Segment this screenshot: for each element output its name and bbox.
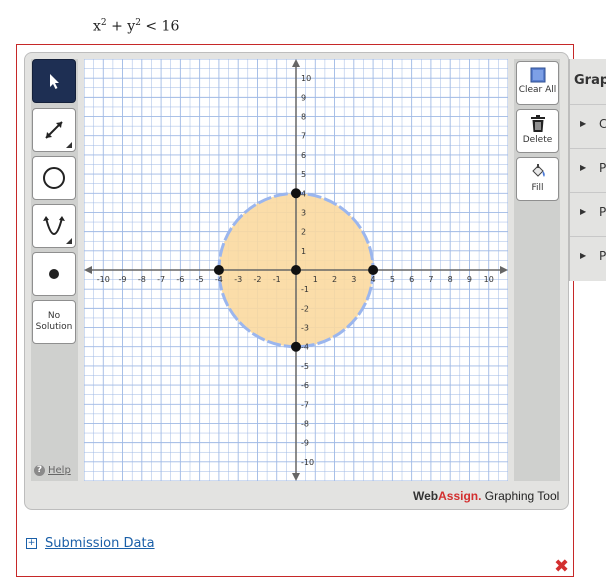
paint-bucket-icon [531, 164, 545, 177]
webassign-branding: WebAssign. Graphing Tool [413, 489, 560, 503]
clear-all-icon [530, 67, 545, 83]
expand-icon: + [26, 538, 37, 549]
y-tick-label: -2 [301, 304, 309, 313]
y-tick-label: -7 [301, 400, 309, 409]
expand-arrow-icon: ▶ [580, 251, 587, 260]
y-tick-label: 1 [301, 247, 306, 256]
x-tick-label: -3 [234, 275, 242, 284]
graph-point [291, 188, 301, 199]
graph-point [368, 265, 379, 275]
help-label: Help [48, 465, 71, 476]
circle-icon [43, 167, 65, 189]
no-solution-label-line1: No [47, 311, 61, 321]
y-tick-label: 10 [301, 74, 311, 83]
expand-arrow-icon: ▶ [580, 119, 587, 128]
y-tick-label: -6 [301, 381, 309, 390]
y-tick-label: -5 [301, 362, 309, 371]
y-tick-label: -1 [301, 285, 309, 294]
x-tick-label: -6 [176, 275, 184, 284]
clear-all-label: Clear All [518, 85, 557, 95]
parabola-icon [43, 216, 65, 235]
submission-data-label: Submission Data [45, 536, 155, 551]
problem-text-fragment [0, 0, 606, 12]
x-tick-label: 7 [428, 275, 433, 284]
help-link[interactable]: ? Help [34, 465, 71, 476]
x-tick-label: -9 [119, 275, 127, 284]
y-tick-label: 6 [301, 151, 306, 160]
graph-point [291, 265, 301, 275]
x-tick-label: 9 [467, 275, 472, 284]
delete-label: Delete [522, 135, 553, 145]
line-segment-icon [45, 121, 63, 139]
expand-arrow-icon: ▶ [580, 163, 587, 172]
side-panel-item-3[interactable]: ▶ P [570, 192, 606, 236]
graph-point [213, 265, 224, 275]
x-tick-label: -10 [97, 275, 110, 284]
delete-button[interactable]: Delete [516, 109, 559, 153]
coordinate-plane[interactable]: -10 -9 -8 -7 -6 -5 -4 -3 -2 -1 1 2 3 4 5 6 7 8 9 10 10 9 8 7 6 5 4… [84, 59, 508, 481]
fill-button[interactable]: Fill [516, 157, 559, 201]
x-tick-label: 5 [390, 275, 395, 284]
point-tool-button[interactable] [32, 252, 76, 296]
graph-point [291, 341, 301, 352]
x-tick-label: 10 [484, 275, 494, 284]
x-tick-label: 4 [371, 275, 376, 284]
x-tick-label: 6 [409, 275, 414, 284]
help-icon: ? [34, 465, 45, 476]
incorrect-mark-icon: ✖ [554, 556, 570, 577]
x-tick-label: 3 [351, 275, 356, 284]
x-tick-label: -7 [157, 275, 165, 284]
y-tick-label: -9 [301, 439, 309, 448]
point-icon [49, 269, 59, 279]
pointer-tool-button[interactable] [32, 59, 76, 103]
y-tick-label: -3 [301, 324, 309, 333]
inequality-expression: x2 + y2 < 16 [93, 18, 180, 35]
no-solution-label-line2: Solution [35, 322, 73, 332]
y-tick-label: 7 [301, 132, 306, 141]
side-panel-item-1[interactable]: ▶C [570, 104, 606, 148]
y-tick-label: 4 [301, 189, 306, 198]
line-tool-button[interactable] [32, 108, 76, 152]
x-tick-label: -2 [253, 275, 261, 284]
side-panel-header: Graph [574, 73, 606, 88]
side-panel-item-2[interactable]: ▶ P [570, 148, 606, 192]
y-tick-label: 2 [301, 228, 306, 237]
graph-side-panel: Graph ▶C ▶P ▶P ▶P [569, 59, 606, 281]
y-tick-label: 5 [301, 170, 306, 179]
x-tick-label: -1 [273, 275, 281, 284]
y-tick-label: -4 [301, 343, 309, 352]
x-tick-label: 1 [313, 275, 318, 284]
y-tick-label: -8 [301, 419, 309, 428]
y-tick-label: 8 [301, 113, 306, 122]
pointer-icon [50, 74, 59, 89]
clear-all-button[interactable]: Clear All [516, 61, 559, 105]
submission-data-link[interactable]: + Submission Data [26, 536, 155, 551]
parabola-tool-button[interactable] [32, 204, 76, 248]
x-tick-label: 8 [448, 275, 453, 284]
trash-icon [530, 115, 545, 132]
submenu-corner-icon [66, 238, 72, 244]
x-tick-label: -4 [215, 275, 223, 284]
x-tick-label: -5 [196, 275, 204, 284]
circle-tool-button[interactable] [32, 156, 76, 200]
y-tick-label: -10 [301, 458, 314, 467]
y-tick-label: 9 [301, 93, 306, 102]
y-tick-label: 3 [301, 208, 306, 217]
expand-arrow-icon: ▶ [580, 207, 587, 216]
side-panel-item-4[interactable]: ▶ P [570, 236, 606, 280]
no-solution-button[interactable]: No Solution [32, 300, 76, 344]
x-tick-label: 2 [332, 275, 337, 284]
fill-label: Fill [531, 183, 544, 193]
x-tick-label: -8 [138, 275, 146, 284]
submenu-corner-icon [66, 142, 72, 148]
